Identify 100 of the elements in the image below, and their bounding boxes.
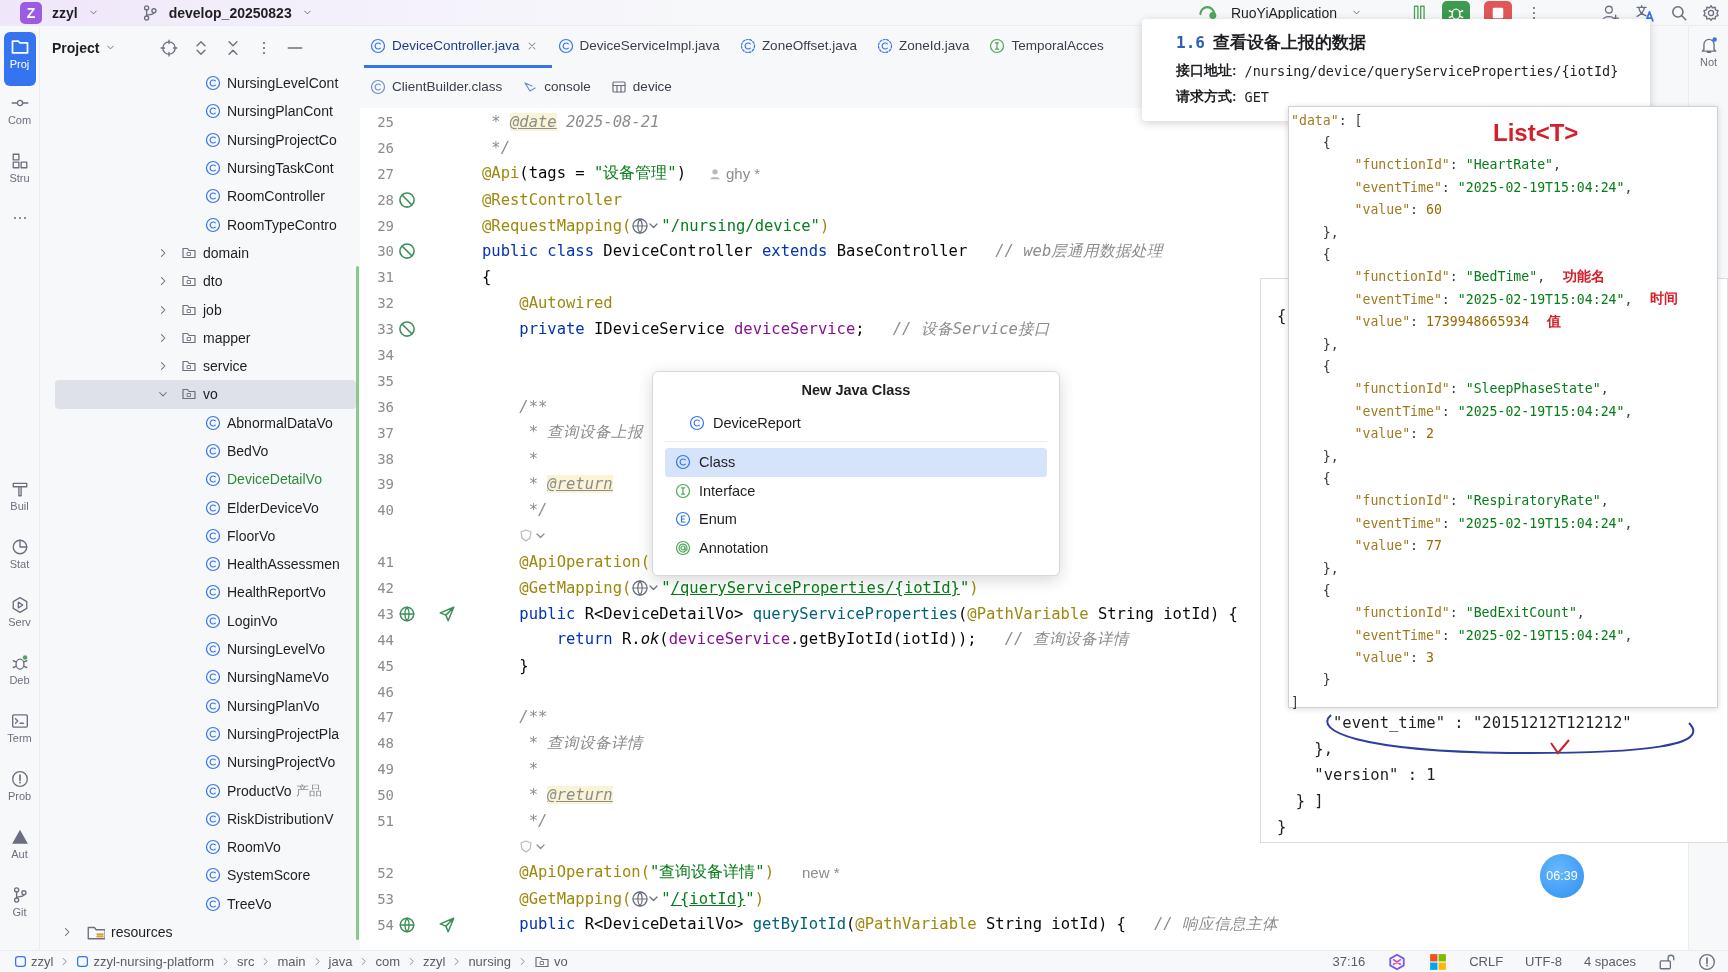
tool-window-button[interactable]: Aut [3,824,36,878]
settings-icon[interactable] [1702,3,1720,22]
bell-icon [1699,36,1718,54]
class-kind-option[interactable]: Class [665,448,1047,477]
tree-item[interactable]: NursingLevelVo [55,634,356,664]
editor-tab[interactable]: device [604,68,686,108]
line-number: 51 [376,813,394,829]
tree-item[interactable]: TreeVo [55,889,356,918]
tree-item[interactable]: NursingPlanVo [55,691,356,720]
class-kind-option[interactable]: Annotation [665,533,1047,562]
tree-item[interactable]: LoginVo [55,606,356,635]
file-encoding[interactable]: UTF-8 [1525,954,1562,969]
tool-window-button[interactable]: Buil [3,476,36,530]
class-name-field[interactable]: DeviceReport [713,414,963,431]
tree-item[interactable]: NursingNameVo [55,663,356,692]
field-label: 请求方式: [1176,88,1237,106]
editor-tab[interactable]: TemporalAcces [983,26,1118,68]
search-icon[interactable] [1670,3,1688,22]
class-icon [205,414,221,431]
branch-name[interactable]: develop_20250823 [168,4,292,21]
tool-window-button[interactable]: Serv [3,592,36,646]
project-avatar[interactable]: Z [20,1,42,24]
translate-icon[interactable] [1634,3,1656,22]
crosshair-icon[interactable] [160,38,179,57]
json-line: ] [1291,694,1299,710]
user-icon [708,166,722,181]
tree-item[interactable]: NursingPlanCont [55,97,356,126]
interface-icon [989,37,1006,54]
indent-setting[interactable]: 4 spaces [1583,954,1636,969]
class-kind-option[interactable]: Interface [665,476,1047,505]
tree-item[interactable]: BedVo [55,436,356,466]
tool-window-button[interactable]: Proj [3,32,36,86]
tree-item[interactable]: HealthReportVo [55,578,356,607]
cursor-position[interactable]: 37:16 [1332,954,1366,969]
line-number: 25 [376,113,394,130]
notifications-button[interactable]: Not [1699,36,1718,68]
inlay-hint: new * [802,864,840,882]
class-kind-option[interactable]: Enum [665,505,1047,534]
tree-item[interactable]: domain [55,238,356,268]
tree-item[interactable]: job [55,295,356,324]
breadcrumb-item[interactable]: java [328,954,353,969]
tree-item[interactable]: vo [55,380,356,409]
run-configuration[interactable]: RuoYiApplication [1230,4,1337,21]
tree-item[interactable]: RoomTypeContro [55,210,356,239]
breadcrumb-item[interactable]: zzyl [423,954,446,969]
exclamation-circle-icon[interactable] [1698,952,1716,971]
json-line: }, [1321,560,1339,576]
tree-item[interactable]: resources [55,917,356,947]
tree-item[interactable]: FloorVo [55,521,356,551]
tool-window-button[interactable]: Prob [3,766,36,820]
tree-item[interactable]: NursingProjectCo [55,125,356,154]
breadcrumb-item[interactable]: nursing [468,954,512,969]
line-number: 41 [376,554,394,571]
paper-plane-icon [438,915,456,934]
tree-item[interactable]: RoomController [55,182,356,211]
breadcrumb-item[interactable]: zzyl [14,954,54,969]
tool-window-button[interactable]: Stat [3,534,36,588]
tree-item[interactable]: SystemScore [55,861,356,890]
tool-window-button[interactable]: Stru [3,148,36,202]
tool-window-button[interactable]: Deb [3,650,36,704]
dialog-title: New Java Class [800,382,912,400]
tree-item[interactable]: NursingProjectPla [55,719,356,749]
bean-icon [398,242,416,261]
tree-item[interactable]: dto [55,267,356,296]
tree-item[interactable]: HealthAssessmen [55,550,356,579]
json-line: "functionId": "BedExitCount", [1353,605,1585,621]
editor-tab[interactable]: ClientBuilder.class [364,68,517,108]
tree-item[interactable]: mapper [55,323,356,352]
unlocked-icon[interactable] [1658,952,1676,971]
class-icon [205,75,221,92]
tree-item[interactable]: DeviceDetailVo [55,465,356,494]
editor-tab[interactable]: console [516,68,605,108]
tree-item[interactable]: NursingLevelCont [55,69,356,98]
tree-item[interactable]: NursingTaskCont [55,153,356,183]
tree-item[interactable]: ProductVo 产品 [55,776,356,805]
add-user-icon[interactable] [1600,3,1620,22]
tree-item[interactable]: RiskDistributionV [55,804,356,833]
class-icon [370,37,386,54]
json-line: "value": 60 [1353,202,1442,218]
project-name[interactable]: zzyl [52,4,78,21]
breadcrumb-item[interactable]: main [277,954,306,969]
breadcrumb-item[interactable]: com [375,954,400,969]
editor-tab[interactable]: ZoneId.java [870,26,984,68]
tool-window-button[interactable]: Com [3,90,36,144]
line-ending[interactable]: CRLF [1469,954,1504,969]
module-icon [14,955,27,968]
breadcrumb-item[interactable]: zzyl-nursing-platform [76,954,215,969]
editor-tab[interactable]: ZoneOffset.java [733,26,871,68]
tree-item[interactable]: ElderDeviceVo [55,493,356,522]
breadcrumb-item[interactable]: vo [534,953,568,970]
tree-item[interactable]: service [55,351,356,381]
json-line: { [1321,359,1331,374]
tree-item[interactable]: NursingProjectVo [55,748,356,777]
editor-tab[interactable]: DeviceServiceImpl.java [551,26,734,68]
tool-window-button[interactable]: Git [3,882,36,936]
tool-window-button[interactable]: Term [3,708,36,762]
breadcrumb-item[interactable]: src [237,954,255,969]
tree-item[interactable]: RoomVo [55,833,356,862]
tree-item[interactable]: AbnormalDataVo [55,408,356,437]
project-view-selector[interactable]: Project [52,39,117,56]
